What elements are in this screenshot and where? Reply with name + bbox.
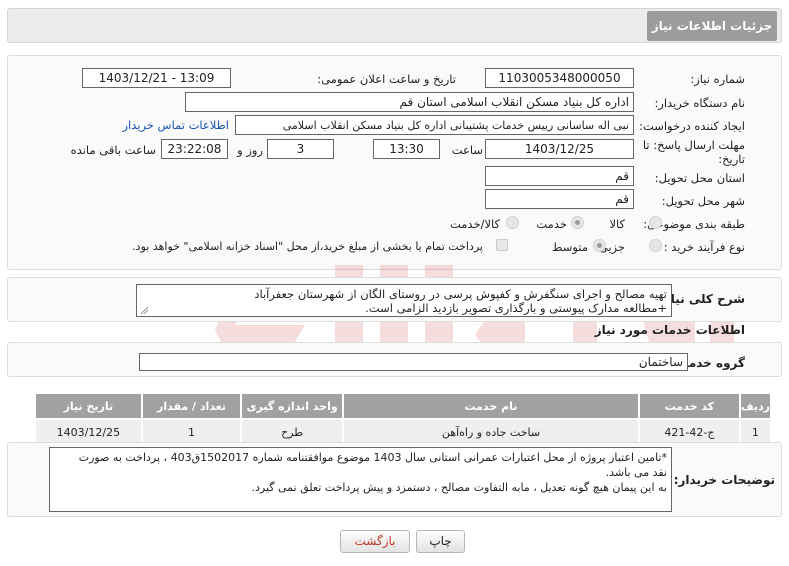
buyer-org-field: اداره کل بنیاد مسکن انقلاب اسلامی استان … xyxy=(185,92,634,112)
page-title: جزئیات اطلاعات نیاز xyxy=(647,11,777,41)
process-minor-radio[interactable] xyxy=(649,239,662,252)
col-date-header: تاریخ نیاز xyxy=(34,392,143,420)
announce-label: تاریخ و ساعت اعلان عمومی: xyxy=(317,72,456,86)
category-service-radio[interactable] xyxy=(571,216,584,229)
category-goods-label: کالا xyxy=(609,217,625,231)
deadline-date-field: 1403/12/25 xyxy=(485,139,634,159)
city-field: قم xyxy=(485,189,634,209)
process-medium-label: متوسط xyxy=(551,240,588,254)
buyer-notes-textarea[interactable]: *تامین اعتبار پروژه از محل اعتبارات عمرا… xyxy=(49,447,672,512)
creator-field: نبی اله ساسانی رییس خدمات پشتیبانی اداره… xyxy=(235,115,634,135)
col-unit-header: واحد اندازه گیری xyxy=(240,392,344,420)
col-row-header: ردیف xyxy=(738,392,773,420)
city-label: شهر محل تحویل: xyxy=(661,194,745,208)
category-service-label: خدمت xyxy=(536,217,567,231)
col-name-header: نام خدمت xyxy=(341,392,641,420)
treasury-payment-checkbox[interactable] xyxy=(496,239,508,251)
need-number-label: شماره نیاز: xyxy=(690,72,745,86)
remaining-time-field: 23:22:08 xyxy=(161,139,228,159)
buyer-notes-label: توضیحات خریدار: xyxy=(673,473,775,487)
deadline-time-label: ساعت xyxy=(451,143,483,157)
payment-note: پرداخت تمام یا بخشی از مبلغ خرید،از محل … xyxy=(132,240,483,253)
process-medium-radio[interactable] xyxy=(593,239,606,252)
resize-handle-icon[interactable] xyxy=(140,306,149,315)
buyer-org-label: نام دستگاه خریدار: xyxy=(654,96,745,110)
process-label: نوع فرآیند خرید : xyxy=(663,240,745,254)
category-goods-radio[interactable] xyxy=(649,216,662,229)
summary-line-1: تهیه مصالح و اجرای سنگفرش و کفپوش پرسی د… xyxy=(254,287,667,301)
col-code-header: کد خدمت xyxy=(638,392,741,420)
summary-textarea[interactable]: تهیه مصالح و اجرای سنگفرش و کفپوش پرسی د… xyxy=(136,284,672,317)
buyer-notes-line-3: به این پیمان هیچ گونه تعدیل ، مابه التفا… xyxy=(251,481,667,494)
summary-line-2: +مطالعه مدارک پیوستی و بارگذاری تصویر با… xyxy=(365,301,667,315)
province-field: قم xyxy=(485,166,634,186)
contact-buyer-link[interactable]: اطلاعات تماس خریدار xyxy=(122,118,229,132)
back-button[interactable]: بازگشت xyxy=(340,530,410,553)
province-label: استان محل تحویل: xyxy=(654,171,745,185)
deadline-time-field: 13:30 xyxy=(373,139,440,159)
need-number-field: 1103005348000050 xyxy=(485,68,634,88)
days-field: 3 xyxy=(267,139,334,159)
services-table: ردیف کد خدمت نام خدمت واحد اندازه گیری ت… xyxy=(34,392,773,446)
services-section-title: اطلاعات خدمات مورد نیاز xyxy=(594,323,745,337)
remaining-label: ساعت باقی مانده xyxy=(70,143,156,157)
category-goods-service-label: کالا/خدمت xyxy=(449,217,500,231)
print-button[interactable]: چاپ xyxy=(416,530,465,553)
category-goods-service-radio[interactable] xyxy=(506,216,519,229)
creator-label: ایجاد کننده درخواست: xyxy=(639,119,745,133)
announce-field: 1403/12/21 - 13:09 xyxy=(82,68,231,88)
service-group-field: ساختمان xyxy=(139,353,688,371)
deadline-label-2: تاریخ: xyxy=(718,152,745,166)
buyer-notes-line-1: *تامین اعتبار پروژه از محل اعتبارات عمرا… xyxy=(78,451,667,464)
col-qty-header: تعداد / مقدار xyxy=(140,392,243,420)
deadline-label-1: مهلت ارسال پاسخ: تا xyxy=(642,138,745,152)
days-label: روز و xyxy=(237,143,263,157)
buyer-notes-line-2: نقد می باشد. xyxy=(605,466,667,479)
